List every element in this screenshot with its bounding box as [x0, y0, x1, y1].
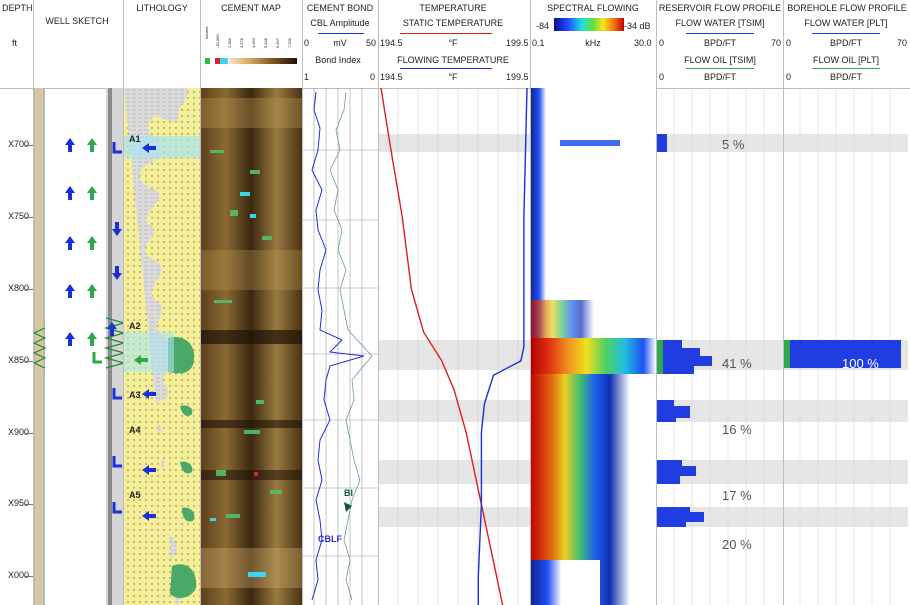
depth-tick	[24, 576, 33, 578]
depth-tick	[24, 504, 33, 506]
depth-tick	[24, 145, 33, 147]
depth-tick	[24, 289, 33, 291]
divider	[123, 0, 124, 605]
depth-tick-label: X800	[8, 283, 30, 294]
borehole-flow-percent: 100 %	[842, 355, 879, 371]
divider	[783, 0, 784, 605]
static-temperature-curve	[380, 87, 504, 605]
depth-tick-label: X700	[8, 139, 30, 150]
depth-tick-label: X900	[8, 426, 30, 437]
depth-tick-label: X850	[8, 354, 30, 365]
divider	[200, 0, 201, 605]
depth-tick	[24, 360, 33, 362]
temperature-curves	[380, 87, 528, 605]
depth-tick	[24, 217, 33, 219]
depth-tick-label: X000	[8, 570, 30, 581]
reservoir-flow-percent: 5 %	[722, 137, 745, 153]
reservoir-flow-percent: 16 %	[722, 421, 752, 437]
divider	[530, 0, 531, 605]
divider	[33, 0, 34, 605]
reservoir-flow-percent: 41 %	[722, 355, 752, 371]
divider	[302, 0, 303, 605]
reservoir-flow-percent: 17 %	[722, 487, 752, 503]
divider	[656, 0, 657, 605]
divider	[378, 0, 379, 605]
reservoir-flow-percent: 20 %	[722, 536, 752, 552]
depth-tick-label: X950	[8, 498, 30, 509]
depth-tick	[24, 432, 33, 434]
depth-tick-label: X750	[8, 211, 30, 222]
